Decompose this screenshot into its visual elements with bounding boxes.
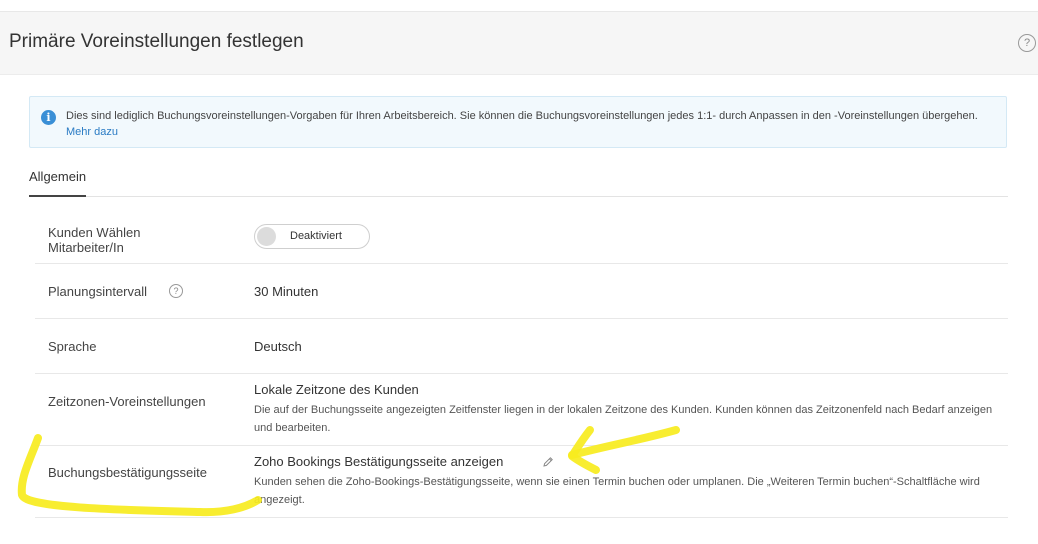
setting-row-timezone: Zeitzonen-Voreinstellungen Lokale Zeitzo… — [35, 374, 1008, 446]
tab-general[interactable]: Allgemein — [29, 169, 87, 197]
setting-label: Planungsintervall — [48, 284, 148, 299]
pencil-icon[interactable] — [542, 456, 554, 468]
setting-value[interactable]: 30 Minuten — [254, 284, 318, 299]
info-icon: i — [41, 110, 56, 125]
setting-description: Die auf der Buchungsseite angezeigten Ze… — [254, 404, 993, 434]
setting-description: Kunden sehen die Zoho-Bookings-Bestätigu… — [254, 476, 980, 506]
help-icon[interactable]: ? — [1018, 34, 1036, 52]
setting-label: Zeitzonen-Voreinstellungen — [48, 394, 206, 409]
info-banner: i Dies sind lediglich Buchungsvoreinstel… — [29, 96, 1007, 148]
info-text: Dies sind lediglich Buchungsvoreinstellu… — [66, 108, 991, 140]
page-header: Primäre Voreinstellungen festlegen ? — [0, 12, 1038, 75]
staff-selection-toggle[interactable]: Deaktiviert — [254, 224, 370, 249]
learn-more-link[interactable]: Mehr dazu — [66, 126, 118, 138]
setting-row-customers-choose-staff: Kunden Wählen Mitarbeiter/In Deaktiviert — [35, 210, 1008, 264]
setting-value[interactable]: Lokale Zeitzone des Kunden — [254, 382, 419, 397]
setting-row-language: Sprache Deutsch — [35, 319, 1008, 374]
setting-row-scheduling-interval: Planungsintervall ? 30 Minuten — [35, 264, 1008, 319]
info-message: Dies sind lediglich Buchungsvoreinstellu… — [66, 110, 978, 122]
setting-row-confirmation-page: Buchungsbestätigungsseite Zoho Bookings … — [35, 446, 1008, 518]
setting-label: Sprache — [48, 339, 97, 354]
tab-bar: Allgemein — [29, 163, 1008, 197]
setting-value[interactable]: Zoho Bookings Bestätigungsseite anzeigen — [254, 454, 503, 469]
setting-label: Kunden Wählen Mitarbeiter/In — [48, 225, 141, 255]
toggle-knob — [257, 227, 276, 246]
toggle-label: Deaktiviert — [290, 230, 342, 242]
setting-value[interactable]: Deutsch — [254, 339, 302, 354]
setting-label: Buchungsbestätigungsseite — [48, 465, 208, 480]
settings-page: Primäre Voreinstellungen festlegen ? i D… — [0, 0, 1038, 544]
top-strip — [0, 0, 1038, 12]
help-icon[interactable]: ? — [169, 284, 183, 298]
page-title: Primäre Voreinstellungen festlegen — [9, 31, 304, 52]
